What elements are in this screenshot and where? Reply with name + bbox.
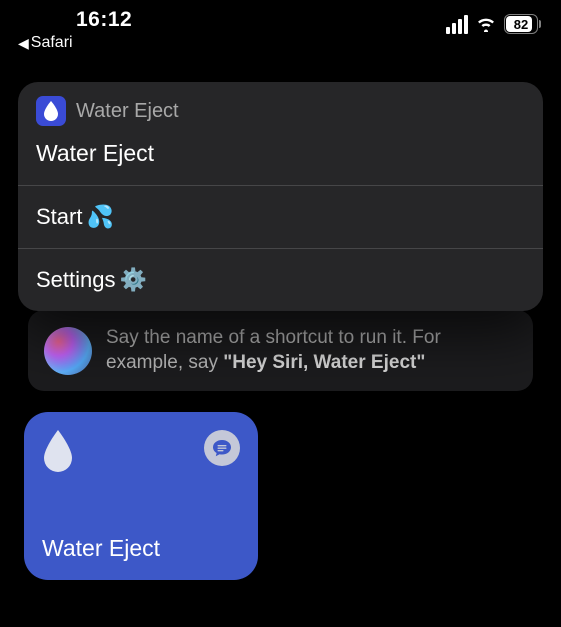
- wifi-icon: [475, 16, 497, 32]
- context-menu-app-name: Water Eject: [76, 100, 179, 123]
- menu-item-label: Settings: [36, 267, 116, 293]
- status-left: 16:12 ◀ Safari: [20, 8, 132, 52]
- status-right: 82: [446, 14, 541, 34]
- chevron-left-icon: ◀: [18, 35, 29, 52]
- menu-item-label: Start: [36, 204, 82, 230]
- shortcut-tile-water-eject[interactable]: Water Eject: [24, 412, 258, 580]
- back-label: Safari: [31, 34, 73, 52]
- siri-hint-card: Say the name of a shortcut to run it. Fo…: [28, 310, 533, 391]
- context-menu-title: Water Eject: [18, 134, 543, 185]
- status-bar: 16:12 ◀ Safari 82: [0, 0, 561, 60]
- menu-item-start[interactable]: Start 💦: [18, 185, 543, 248]
- shortcut-tile-label: Water Eject: [42, 535, 240, 562]
- back-to-safari[interactable]: ◀ Safari: [18, 34, 132, 52]
- menu-item-settings[interactable]: Settings ⚙️: [18, 248, 543, 311]
- battery-percent: 82: [514, 17, 528, 32]
- sweat-droplets-icon: 💦: [86, 204, 113, 230]
- shortcut-context-menu: Water Eject Water Eject Start 💦 Settings…: [18, 82, 543, 311]
- water-drop-app-icon: [36, 96, 66, 126]
- water-drop-icon: [42, 430, 74, 477]
- battery-indicator: 82: [504, 14, 541, 34]
- tile-top-row: [42, 430, 240, 477]
- status-time: 16:12: [76, 8, 132, 32]
- context-menu-header: Water Eject: [18, 82, 543, 134]
- siri-icon: [44, 327, 92, 375]
- message-badge-icon[interactable]: [204, 430, 240, 466]
- siri-hint-text: Say the name of a shortcut to run it. Fo…: [106, 326, 517, 375]
- gear-icon: ⚙️: [120, 267, 147, 293]
- cellular-signal-icon: [446, 15, 468, 34]
